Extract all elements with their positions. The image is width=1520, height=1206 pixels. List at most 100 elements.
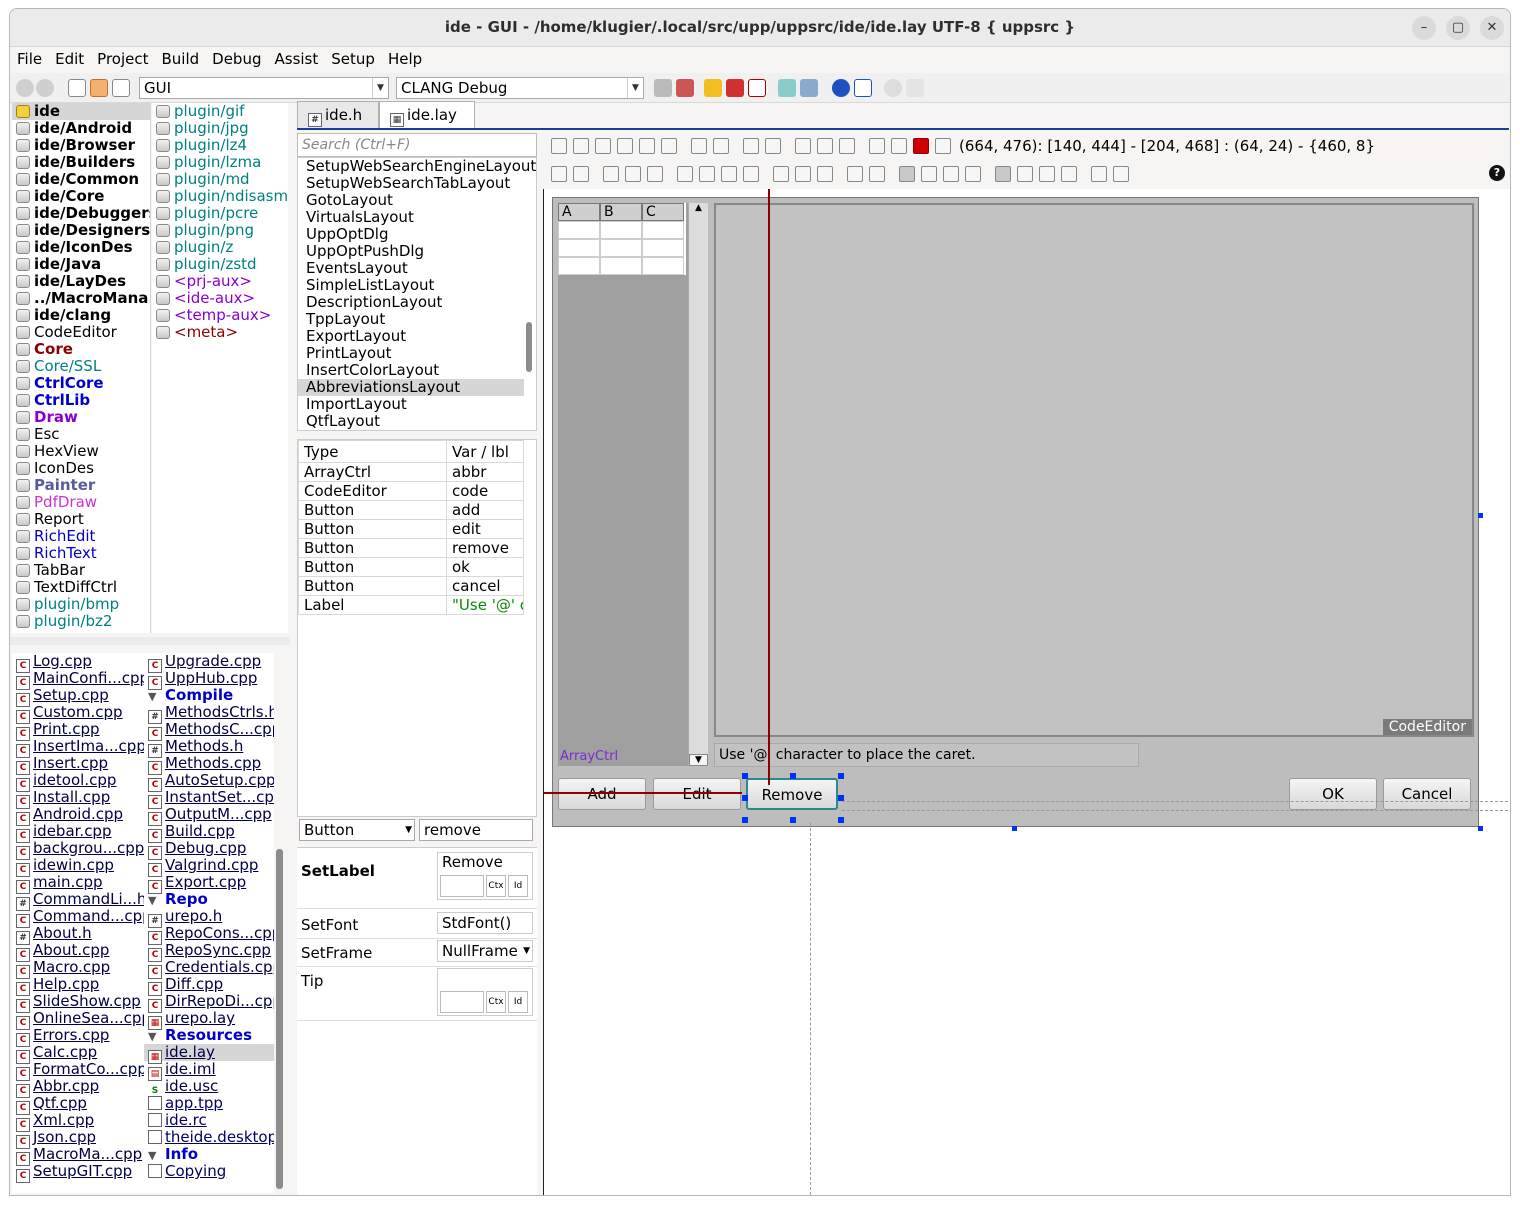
package-item[interactable]: Report <box>12 511 150 528</box>
package-list[interactable]: ide ide/Android ide/Browser ide/Builders ide… <box>12 103 150 633</box>
center-v-icon[interactable] <box>869 166 885 182</box>
selection-handle[interactable] <box>790 817 796 823</box>
tab-ide-h[interactable]: #ide.h × <box>297 101 379 150</box>
layout-list[interactable]: SetupWebSearchEngineLayout SetupWebSearch… <box>297 157 537 431</box>
github-icon[interactable] <box>884 79 902 97</box>
package-item[interactable]: ../MacroMana... <box>12 290 150 307</box>
file-item[interactable]: C Xml.cpp <box>12 1112 142 1132</box>
table-row[interactable]: Button remove <box>298 538 524 558</box>
layout-item[interactable]: EventsLayout <box>298 260 524 277</box>
clean-icon[interactable] <box>676 79 694 97</box>
grid-icon[interactable] <box>891 138 907 154</box>
menu-item[interactable]: Help <box>381 47 428 68</box>
package-item[interactable]: plugin/bmp <box>12 596 150 613</box>
layout-item[interactable]: UppOptPushDlg <box>298 243 524 260</box>
file-item[interactable]: # Methods.h <box>144 738 274 758</box>
file-item[interactable]: C Debug.cpp <box>144 840 274 860</box>
package-item[interactable]: ide/Java <box>12 256 150 273</box>
file-item[interactable]: Side.usc <box>144 1078 274 1099</box>
file-item[interactable]: C AutoSetup.cpp <box>144 772 274 792</box>
anchor-top-icon[interactable] <box>995 166 1011 182</box>
file-item[interactable]: C OnlineSea...cpp <box>12 1010 146 1030</box>
package-item[interactable]: ide/Builders <box>12 154 150 171</box>
table-row[interactable]: Button add <box>298 500 524 520</box>
frame-resize-handle[interactable] <box>1478 513 1483 518</box>
fit-width-icon[interactable] <box>551 166 567 182</box>
build-icon[interactable] <box>654 79 672 97</box>
file-item[interactable]: C FormatCo...cpp <box>12 1061 146 1081</box>
package-list-secondary[interactable]: plugin/gif plugin/jpg plugin/lz4 plugin/lzm… <box>152 103 288 633</box>
file-item[interactable]: # About.h <box>12 925 142 945</box>
file-item[interactable]: ▦ urepo.lay <box>144 1010 274 1030</box>
package-item[interactable]: Draw <box>12 409 150 426</box>
help-icon[interactable]: ? <box>1489 165 1505 181</box>
file-item[interactable]: C SetupGIT.cpp <box>12 1163 142 1183</box>
layout-info-icon[interactable] <box>935 138 951 154</box>
table-row[interactable]: Button edit <box>298 519 524 539</box>
file-item[interactable]: Copying <box>144 1163 274 1180</box>
file-item[interactable]: C Calc.cpp <box>12 1044 142 1064</box>
file-item[interactable]: Cbackgrou...cpp <box>12 840 144 860</box>
menu-item[interactable]: Setup <box>324 47 381 68</box>
move-down-icon[interactable] <box>817 138 833 154</box>
file-item[interactable]: ide.rc <box>144 1112 274 1129</box>
file-item[interactable]: C Methods.cpp <box>144 755 274 775</box>
file-item[interactable]: C SlideShow.cpp <box>12 993 142 1013</box>
frame-resize-handle[interactable] <box>1012 826 1017 831</box>
tip-text-input[interactable] <box>440 991 484 1013</box>
package-item[interactable]: Core <box>12 341 150 358</box>
help-circle-icon[interactable] <box>832 79 850 97</box>
align-vcenter-icon[interactable] <box>699 166 715 182</box>
file-item[interactable]: C DirRepoDi...cpp <box>144 993 274 1013</box>
package-item[interactable]: ide/LayDes <box>12 273 150 290</box>
build-method-combo[interactable]: CLANG Debug ▼ <box>396 77 644 99</box>
table-row[interactable]: Button cancel <box>298 576 524 596</box>
upphub-icon[interactable] <box>906 79 924 97</box>
layout-search-input[interactable]: Search (Ctrl+F) <box>297 133 537 157</box>
selection-handle[interactable] <box>742 795 748 801</box>
package-item[interactable]: ide/Designers <box>12 222 150 239</box>
remove-button[interactable]: Remove <box>746 778 838 810</box>
binary-mode-icon[interactable] <box>112 79 130 97</box>
file-item[interactable]: C Diff.cpp <box>144 976 274 996</box>
menu-item[interactable]: Assist <box>268 47 325 68</box>
same-width-icon[interactable] <box>773 166 789 182</box>
file-list-secondary[interactable]: C Upgrade.cpp C UppHub.cpp ▼ Compile # MethodsC… <box>144 653 274 1193</box>
file-group-header[interactable]: ▼ Resources <box>144 1027 274 1044</box>
package-item[interactable]: plugin/bz2 <box>12 613 150 630</box>
codeeditor-preview[interactable]: CodeEditor <box>714 203 1474 737</box>
property-setframe-combo[interactable]: NullFrame ▼ <box>437 940 533 962</box>
back-icon[interactable] <box>16 79 34 97</box>
package-item[interactable]: ide/Core <box>12 188 150 205</box>
same-height-icon[interactable] <box>795 166 811 182</box>
menu-item[interactable]: Build <box>155 47 206 68</box>
layout-item[interactable]: UppOptDlg <box>298 226 524 243</box>
close-window-button[interactable]: ✕ <box>1480 16 1504 40</box>
align-hcenter-icon[interactable] <box>625 166 641 182</box>
move-up-icon[interactable] <box>795 138 811 154</box>
package-item[interactable]: TabBar <box>12 562 150 579</box>
anchor-bottom-icon[interactable] <box>1039 166 1055 182</box>
item-type-combo[interactable]: Button ▼ <box>299 819 415 841</box>
column-header[interactable]: Type <box>298 440 447 463</box>
file-item[interactable]: C Setup.cpp <box>12 687 142 707</box>
file-item[interactable]: ▦ ide.lay <box>144 1044 274 1064</box>
file-item[interactable]: # urepo.h <box>144 908 274 928</box>
find-icon[interactable] <box>661 138 677 154</box>
ctx-button[interactable]: Ctx <box>486 875 506 897</box>
anchor-center-icon[interactable] <box>1113 166 1129 182</box>
package-item[interactable]: plugin/lzma <box>152 154 288 171</box>
package-item[interactable]: PdfDraw <box>12 494 150 511</box>
package-item[interactable]: ide/IconDes <box>12 239 150 256</box>
layout-item[interactable]: InsertColorLayout <box>298 362 524 379</box>
package-item[interactable]: Painter <box>12 477 150 494</box>
label-text-input[interactable] <box>440 875 484 897</box>
sort-icon[interactable] <box>839 138 855 154</box>
file-item[interactable]: Cidewin.cpp <box>12 857 142 877</box>
file-group-header[interactable]: ▼ Compile <box>144 687 274 704</box>
collapse-triangle-icon[interactable]: ▼ <box>148 892 162 909</box>
same-size-icon[interactable] <box>817 166 833 182</box>
selection-handle[interactable] <box>838 773 844 779</box>
context-help-icon[interactable] <box>854 79 872 97</box>
chevron-down-icon[interactable]: ▼ <box>405 820 412 840</box>
